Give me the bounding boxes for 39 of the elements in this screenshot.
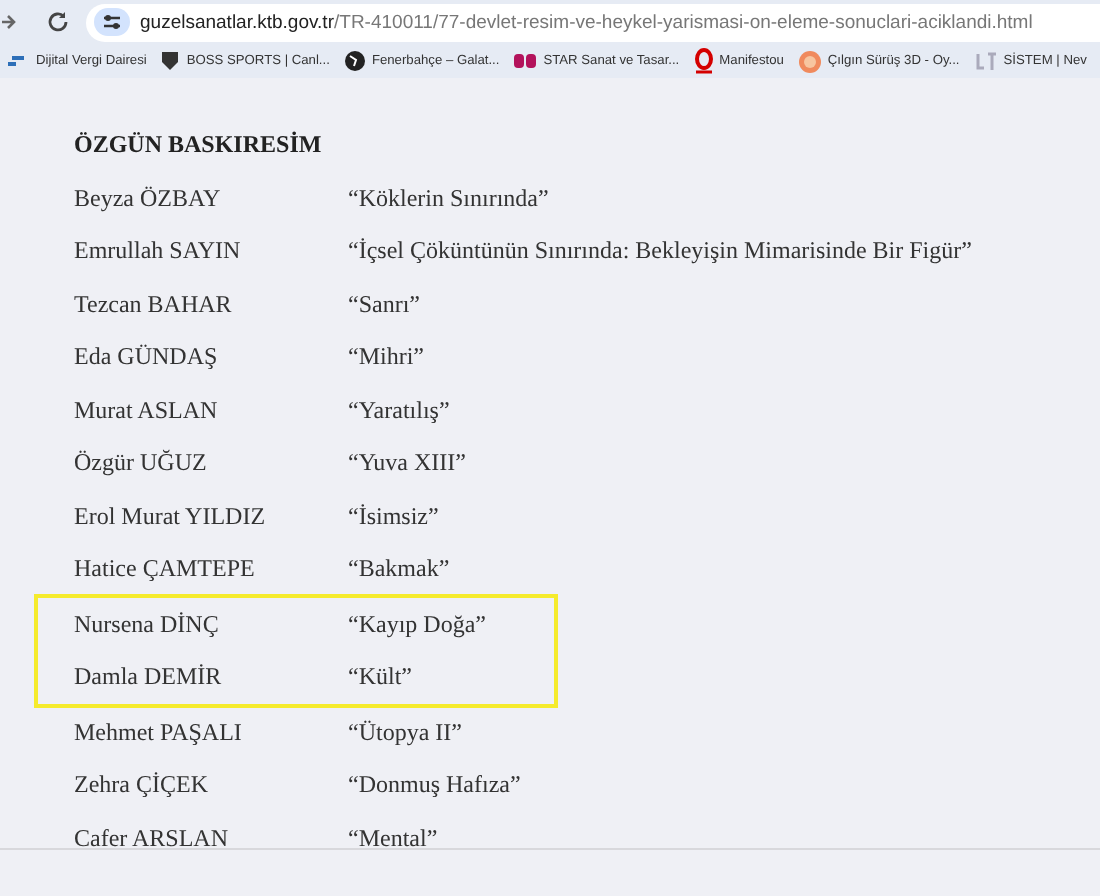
artwork-title: “Kayıp Doğa”	[348, 609, 486, 640]
reload-icon[interactable]	[46, 10, 70, 34]
site-info-icon[interactable]	[94, 8, 130, 36]
forward-icon[interactable]	[2, 12, 18, 32]
artwork-title: “Ütopya II”	[348, 717, 462, 748]
artist-name: Emrullah SAYIN	[74, 236, 243, 267]
artist-name: Eda GÜNDAŞ	[74, 342, 220, 373]
artist-name: Cafer ARSLAN	[74, 823, 230, 854]
address-bar[interactable]: guzelsanatlar.ktb.gov.tr/TR-410011/77-devlet-resim-ve-heykel-yarismasi-on-eleme-sonuclari-aciklandi.html	[86, 3, 1100, 41]
bookmark-icon	[6, 51, 30, 71]
artwork-title: “Bakmak”	[348, 554, 450, 585]
artwork-title: “Donmuş Hafıza”	[348, 770, 521, 801]
section-heading: ÖZGÜN BASKIRESİM	[74, 128, 324, 162]
url-host: guzelsanatlar.ktb.gov.tr	[140, 11, 334, 33]
artist-name: Hatice ÇAMTEPE	[74, 554, 257, 585]
artwork-title: “Mental”	[348, 823, 438, 854]
bookmark-icon	[973, 51, 998, 71]
url-path: /TR-410011/77-devlet-resim-ve-heykel-yarismasi-on-eleme-sonuclari-aciklandi.html	[334, 11, 1033, 33]
artist-name: Murat ASLAN	[74, 395, 220, 426]
artist-name: Özgür UĞUZ	[74, 448, 209, 479]
artwork-title: “Yaratılış”	[348, 395, 450, 426]
bookmark-icon	[513, 52, 538, 70]
artwork-title: “Mihri”	[348, 342, 424, 373]
artwork-title: “Sanrı”	[348, 289, 420, 320]
artwork-title: “İsimsiz”	[348, 501, 439, 532]
artist-name: Tezcan BAHAR	[74, 289, 234, 320]
bookmark-icon	[797, 49, 822, 73]
artist-name: Beyza ÖZBAY	[74, 183, 223, 214]
artwork-title: “Kült”	[348, 662, 412, 693]
artwork-title: “Yuva XIII”	[348, 448, 466, 479]
artist-name: Zehra ÇİÇEK	[74, 770, 210, 801]
artist-name: Nursena DİNÇ	[74, 609, 221, 640]
artwork-title: “Köklerin Sınırında”	[348, 183, 549, 214]
artist-name: Damla DEMİR	[74, 662, 224, 693]
artist-name: Mehmet PAŞALI	[74, 717, 244, 748]
artwork-title: “İçsel Çöküntünün Sınırında: Bekleyişin Mimarisinde Bir Figür”	[348, 236, 972, 267]
shield-icon	[160, 50, 181, 72]
bookmark-icon	[693, 48, 714, 74]
artist-name: Erol Murat YILDIZ	[74, 501, 268, 532]
